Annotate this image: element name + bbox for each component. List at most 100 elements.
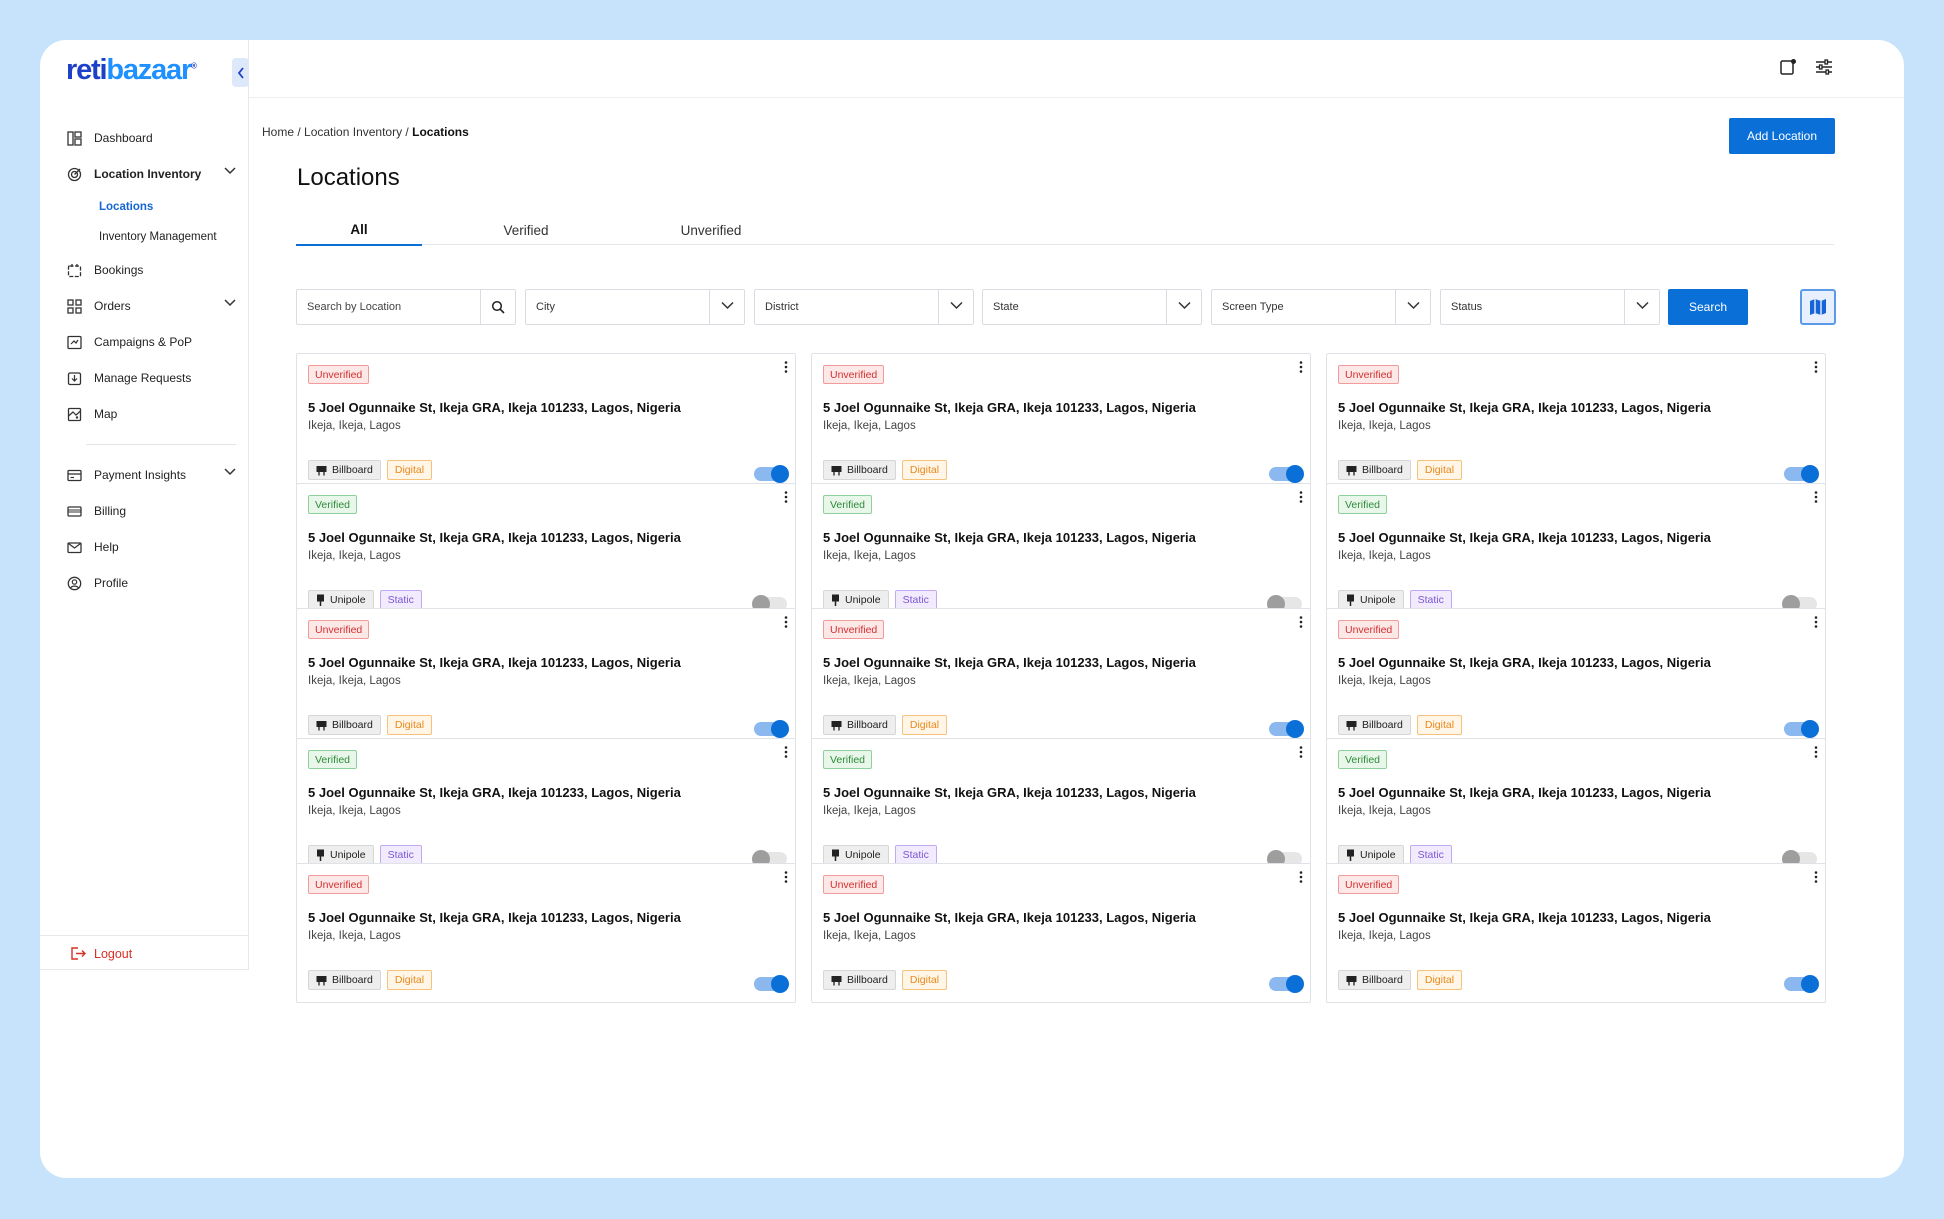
screen-type-label: Unipole: [845, 594, 881, 606]
screen-type-chip: Billboard: [308, 460, 381, 480]
map-view-button[interactable]: [1800, 289, 1836, 325]
notification-icon[interactable]: [1779, 58, 1797, 76]
status-badge: Unverified: [308, 365, 370, 384]
sidebar-item-profile[interactable]: Profile: [66, 565, 236, 601]
screen-type-chip: Unipole: [1338, 590, 1404, 610]
logout-button[interactable]: Logout: [40, 935, 249, 971]
payment-icon: [66, 467, 82, 483]
toggle-knob: [771, 465, 789, 483]
more-options-icon[interactable]: [783, 745, 789, 759]
location-card[interactable]: Unverified 5 Joel Ogunnaike St, Ikeja GRA…: [1326, 863, 1826, 1003]
sidebar-item-billing[interactable]: Billing: [66, 493, 236, 529]
chevron-down-icon: [224, 468, 236, 476]
location-card[interactable]: Unverified 5 Joel Ogunnaike St, Ikeja GRA…: [296, 608, 796, 748]
more-options-icon[interactable]: [783, 615, 789, 629]
more-options-icon[interactable]: [1813, 745, 1819, 759]
sidebar-item-help[interactable]: Help: [66, 529, 236, 565]
more-options-icon[interactable]: [1813, 490, 1819, 504]
active-toggle[interactable]: [1269, 975, 1304, 993]
location-card[interactable]: Verified 5 Joel Ogunnaike St, Ikeja GRA, …: [1326, 738, 1826, 878]
location-card[interactable]: Verified 5 Joel Ogunnaike St, Ikeja GRA, …: [1326, 483, 1826, 623]
more-options-icon[interactable]: [1298, 360, 1304, 374]
more-options-icon[interactable]: [783, 360, 789, 374]
sidebar-item-orders[interactable]: Orders: [66, 288, 236, 324]
toggle-knob: [771, 720, 789, 738]
location-card[interactable]: Unverified 5 Joel Ogunnaike St, Ikeja GRA…: [1326, 608, 1826, 748]
more-options-icon[interactable]: [1298, 745, 1304, 759]
state-select-value: State: [993, 301, 1019, 313]
more-options-icon[interactable]: [1298, 490, 1304, 504]
active-toggle[interactable]: [754, 465, 789, 483]
status-select[interactable]: Status: [1440, 289, 1660, 325]
location-card[interactable]: Unverified 5 Joel Ogunnaike St, Ikeja GRA…: [811, 608, 1311, 748]
more-options-icon[interactable]: [1813, 360, 1819, 374]
location-tags: Billboard Digital: [823, 460, 948, 480]
sidebar-item-location-inventory[interactable]: Location Inventory: [66, 156, 236, 192]
location-card[interactable]: Unverified 5 Joel Ogunnaike St, Ikeja GRA…: [296, 353, 796, 493]
location-card[interactable]: Verified 5 Joel Ogunnaike St, Ikeja GRA, …: [811, 483, 1311, 623]
more-options-icon[interactable]: [783, 870, 789, 884]
tab-all[interactable]: All: [296, 215, 422, 246]
city-select[interactable]: City: [525, 289, 745, 325]
active-toggle[interactable]: [1269, 720, 1304, 738]
location-card[interactable]: Unverified 5 Joel Ogunnaike St, Ikeja GRA…: [811, 353, 1311, 493]
screen-type-chip: Billboard: [1338, 970, 1411, 990]
location-address: 5 Joel Ogunnaike St, Ikeja GRA, Ikeja 10…: [1338, 530, 1711, 545]
district-select-value: District: [765, 301, 799, 313]
add-location-button[interactable]: Add Location: [1729, 118, 1835, 154]
active-toggle[interactable]: [1784, 465, 1819, 483]
status-badge: Verified: [823, 495, 873, 514]
location-tags: Billboard Digital: [308, 460, 433, 480]
location-area: Ikeja, Ikeja, Lagos: [1338, 930, 1431, 942]
active-toggle[interactable]: [1269, 465, 1304, 483]
sidebar-item-map[interactable]: Map: [66, 396, 236, 432]
sidebar-subitem-locations[interactable]: Locations: [66, 192, 236, 222]
sidebar-item-bookings[interactable]: Bookings: [66, 252, 236, 288]
request-icon: [66, 370, 82, 386]
more-options-icon[interactable]: [1813, 870, 1819, 884]
active-toggle[interactable]: [754, 975, 789, 993]
tab-unverified[interactable]: Unverified: [656, 215, 766, 245]
active-toggle[interactable]: [1784, 975, 1819, 993]
search-icon[interactable]: [491, 300, 505, 314]
billboard-icon: [316, 975, 327, 986]
brand-logo[interactable]: retibazaar®: [66, 54, 197, 87]
status-badge: Unverified: [1338, 620, 1400, 639]
location-card[interactable]: Verified 5 Joel Ogunnaike St, Ikeja GRA, …: [296, 738, 796, 878]
more-options-icon[interactable]: [1298, 870, 1304, 884]
active-toggle[interactable]: [754, 720, 789, 738]
format-chip: Digital: [386, 715, 433, 735]
district-select[interactable]: District: [754, 289, 974, 325]
active-toggle[interactable]: [1784, 720, 1819, 738]
search-input[interactable]: Search by Location: [296, 289, 516, 325]
more-options-icon[interactable]: [1813, 615, 1819, 629]
search-button[interactable]: Search: [1668, 289, 1748, 325]
sidebar-item-dashboard[interactable]: Dashboard: [66, 120, 236, 156]
more-options-icon[interactable]: [783, 490, 789, 504]
status-badge: Verified: [1338, 750, 1388, 769]
sidebar-item-payment-insights[interactable]: Payment Insights: [66, 457, 236, 493]
sidebar-item-campaigns[interactable]: Campaigns & PoP: [66, 324, 236, 360]
screen-type-label: Billboard: [1362, 974, 1403, 986]
screen-type-select[interactable]: Screen Type: [1211, 289, 1431, 325]
logout-icon: [70, 946, 86, 961]
toggle-knob: [1286, 720, 1304, 738]
format-chip: Static: [1409, 590, 1452, 610]
location-card[interactable]: Unverified 5 Joel Ogunnaike St, Ikeja GRA…: [296, 863, 796, 1003]
sidebar-subitem-inventory-management[interactable]: Inventory Management: [66, 222, 236, 252]
location-tags: Unipole Static: [1338, 590, 1452, 610]
state-select[interactable]: State: [982, 289, 1202, 325]
location-card[interactable]: Verified 5 Joel Ogunnaike St, Ikeja GRA, …: [296, 483, 796, 623]
settings-sliders-icon[interactable]: [1815, 58, 1833, 76]
location-card[interactable]: Unverified 5 Joel Ogunnaike St, Ikeja GRA…: [811, 863, 1311, 1003]
location-card[interactable]: Unverified 5 Joel Ogunnaike St, Ikeja GRA…: [1326, 353, 1826, 493]
sidebar-item-manage-requests[interactable]: Manage Requests: [66, 360, 236, 396]
location-card[interactable]: Verified 5 Joel Ogunnaike St, Ikeja GRA, …: [811, 738, 1311, 878]
more-options-icon[interactable]: [1298, 615, 1304, 629]
billboard-icon: [1346, 975, 1357, 986]
tab-verified[interactable]: Verified: [476, 215, 576, 245]
breadcrumb-location-inventory[interactable]: Location Inventory: [304, 125, 402, 139]
top-bar: [249, 40, 1904, 98]
breadcrumb-home[interactable]: Home: [262, 125, 294, 139]
sidebar-collapse-button[interactable]: [232, 58, 249, 87]
